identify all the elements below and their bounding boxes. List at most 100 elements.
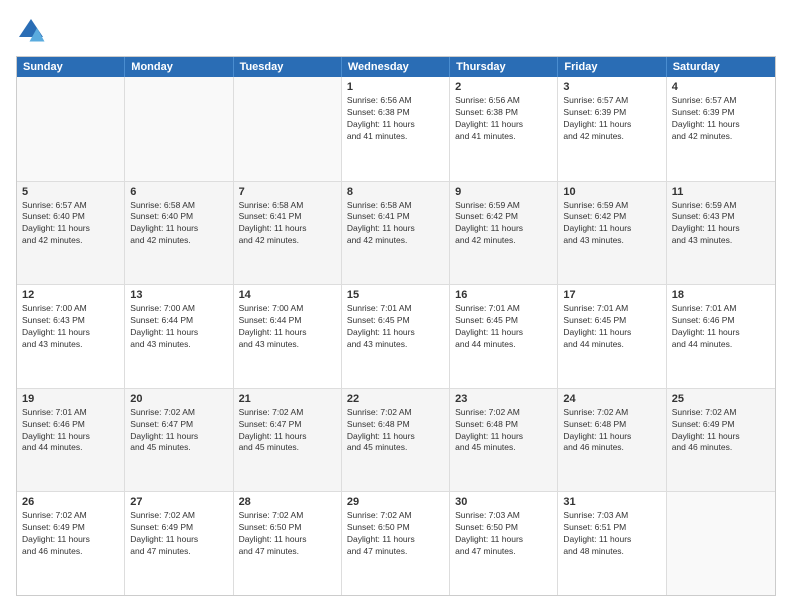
day-info: Sunrise: 7:01 AM Sunset: 6:46 PM Dayligh… (672, 303, 770, 351)
day-info: Sunrise: 7:02 AM Sunset: 6:47 PM Dayligh… (130, 407, 227, 455)
calendar-cell: 22 Sunrise: 7:02 AM Sunset: 6:48 PM Dayli… (342, 389, 450, 492)
logo (16, 16, 50, 46)
calendar-cell: 15 Sunrise: 7:01 AM Sunset: 6:45 PM Dayli… (342, 285, 450, 388)
day-info: Sunrise: 7:02 AM Sunset: 6:48 PM Dayligh… (455, 407, 552, 455)
day-number: 13 (130, 289, 227, 301)
day-info: Sunrise: 6:59 AM Sunset: 6:42 PM Dayligh… (455, 200, 552, 248)
calendar-cell: 27 Sunrise: 7:02 AM Sunset: 6:49 PM Dayli… (125, 492, 233, 595)
day-info: Sunrise: 7:01 AM Sunset: 6:45 PM Dayligh… (563, 303, 660, 351)
calendar-cell: 23 Sunrise: 7:02 AM Sunset: 6:48 PM Dayli… (450, 389, 558, 492)
day-number: 9 (455, 186, 552, 198)
day-info: Sunrise: 7:00 AM Sunset: 6:43 PM Dayligh… (22, 303, 119, 351)
day-number: 1 (347, 81, 444, 93)
calendar-cell: 17 Sunrise: 7:01 AM Sunset: 6:45 PM Dayli… (558, 285, 666, 388)
calendar-row: 19 Sunrise: 7:01 AM Sunset: 6:46 PM Dayli… (17, 388, 775, 492)
day-info: Sunrise: 7:02 AM Sunset: 6:49 PM Dayligh… (22, 510, 119, 558)
day-number: 26 (22, 496, 119, 508)
calendar-cell (234, 77, 342, 181)
day-number: 19 (22, 393, 119, 405)
day-info: Sunrise: 7:02 AM Sunset: 6:50 PM Dayligh… (347, 510, 444, 558)
day-number: 29 (347, 496, 444, 508)
day-info: Sunrise: 6:58 AM Sunset: 6:40 PM Dayligh… (130, 200, 227, 248)
day-info: Sunrise: 6:57 AM Sunset: 6:39 PM Dayligh… (563, 95, 660, 143)
day-info: Sunrise: 7:03 AM Sunset: 6:50 PM Dayligh… (455, 510, 552, 558)
day-number: 31 (563, 496, 660, 508)
calendar-cell (17, 77, 125, 181)
calendar-cell: 18 Sunrise: 7:01 AM Sunset: 6:46 PM Dayli… (667, 285, 775, 388)
calendar-cell: 20 Sunrise: 7:02 AM Sunset: 6:47 PM Dayli… (125, 389, 233, 492)
day-info: Sunrise: 7:00 AM Sunset: 6:44 PM Dayligh… (239, 303, 336, 351)
calendar-cell: 13 Sunrise: 7:00 AM Sunset: 6:44 PM Dayli… (125, 285, 233, 388)
day-number: 7 (239, 186, 336, 198)
header-day-saturday: Saturday (667, 57, 775, 77)
calendar-cell: 24 Sunrise: 7:02 AM Sunset: 6:48 PM Dayli… (558, 389, 666, 492)
day-info: Sunrise: 6:58 AM Sunset: 6:41 PM Dayligh… (347, 200, 444, 248)
calendar-cell: 6 Sunrise: 6:58 AM Sunset: 6:40 PM Daylig… (125, 182, 233, 285)
day-number: 18 (672, 289, 770, 301)
day-number: 17 (563, 289, 660, 301)
day-info: Sunrise: 7:01 AM Sunset: 6:45 PM Dayligh… (347, 303, 444, 351)
day-info: Sunrise: 6:56 AM Sunset: 6:38 PM Dayligh… (455, 95, 552, 143)
day-number: 24 (563, 393, 660, 405)
calendar-row: 5Sunrise: 6:57 AM Sunset: 6:40 PM Daylig… (17, 181, 775, 285)
day-number: 23 (455, 393, 552, 405)
calendar-header: SundayMondayTuesdayWednesdayThursdayFrid… (17, 57, 775, 77)
day-number: 22 (347, 393, 444, 405)
day-info: Sunrise: 6:59 AM Sunset: 6:42 PM Dayligh… (563, 200, 660, 248)
day-number: 4 (672, 81, 770, 93)
calendar-row: 1 Sunrise: 6:56 AM Sunset: 6:38 PM Daylig… (17, 77, 775, 181)
day-number: 14 (239, 289, 336, 301)
day-info: Sunrise: 6:59 AM Sunset: 6:43 PM Dayligh… (672, 200, 770, 248)
calendar-cell: 26 Sunrise: 7:02 AM Sunset: 6:49 PM Dayli… (17, 492, 125, 595)
calendar: SundayMondayTuesdayWednesdayThursdayFrid… (16, 56, 776, 596)
day-info: Sunrise: 7:01 AM Sunset: 6:45 PM Dayligh… (455, 303, 552, 351)
day-number: 20 (130, 393, 227, 405)
day-info: Sunrise: 7:01 AM Sunset: 6:46 PM Dayligh… (22, 407, 119, 455)
calendar-cell: 3Sunrise: 6:57 AM Sunset: 6:39 PM Daylig… (558, 77, 666, 181)
day-number: 27 (130, 496, 227, 508)
day-info: Sunrise: 6:56 AM Sunset: 6:38 PM Dayligh… (347, 95, 444, 143)
calendar-body: 1 Sunrise: 6:56 AM Sunset: 6:38 PM Daylig… (17, 77, 775, 595)
day-info: Sunrise: 6:58 AM Sunset: 6:41 PM Dayligh… (239, 200, 336, 248)
calendar-cell: 30 Sunrise: 7:03 AM Sunset: 6:50 PM Dayli… (450, 492, 558, 595)
header-day-thursday: Thursday (450, 57, 558, 77)
day-number: 28 (239, 496, 336, 508)
calendar-cell: 21Sunrise: 7:02 AM Sunset: 6:47 PM Dayli… (234, 389, 342, 492)
header-day-friday: Friday (558, 57, 666, 77)
calendar-cell: 25Sunrise: 7:02 AM Sunset: 6:49 PM Dayli… (667, 389, 775, 492)
day-number: 2 (455, 81, 552, 93)
logo-icon (16, 16, 46, 46)
calendar-cell: 14 Sunrise: 7:00 AM Sunset: 6:44 PM Dayli… (234, 285, 342, 388)
day-number: 15 (347, 289, 444, 301)
header-day-tuesday: Tuesday (234, 57, 342, 77)
day-number: 6 (130, 186, 227, 198)
day-info: Sunrise: 7:03 AM Sunset: 6:51 PM Dayligh… (563, 510, 660, 558)
day-number: 8 (347, 186, 444, 198)
calendar-cell: 8 Sunrise: 6:58 AM Sunset: 6:41 PM Daylig… (342, 182, 450, 285)
day-number: 30 (455, 496, 552, 508)
calendar-cell: 5Sunrise: 6:57 AM Sunset: 6:40 PM Daylig… (17, 182, 125, 285)
calendar-cell: 1 Sunrise: 6:56 AM Sunset: 6:38 PM Daylig… (342, 77, 450, 181)
calendar-cell: 19 Sunrise: 7:01 AM Sunset: 6:46 PM Dayli… (17, 389, 125, 492)
day-info: Sunrise: 7:02 AM Sunset: 6:47 PM Dayligh… (239, 407, 336, 455)
calendar-row: 26 Sunrise: 7:02 AM Sunset: 6:49 PM Dayli… (17, 491, 775, 595)
calendar-row: 12Sunrise: 7:00 AM Sunset: 6:43 PM Dayli… (17, 284, 775, 388)
calendar-cell: 16 Sunrise: 7:01 AM Sunset: 6:45 PM Dayli… (450, 285, 558, 388)
day-info: Sunrise: 7:02 AM Sunset: 6:50 PM Dayligh… (239, 510, 336, 558)
calendar-cell: 4 Sunrise: 6:57 AM Sunset: 6:39 PM Daylig… (667, 77, 775, 181)
calendar-cell: 28 Sunrise: 7:02 AM Sunset: 6:50 PM Dayli… (234, 492, 342, 595)
day-info: Sunrise: 7:02 AM Sunset: 6:49 PM Dayligh… (130, 510, 227, 558)
day-info: Sunrise: 6:57 AM Sunset: 6:39 PM Dayligh… (672, 95, 770, 143)
day-number: 5 (22, 186, 119, 198)
header (16, 16, 776, 46)
day-info: Sunrise: 7:02 AM Sunset: 6:48 PM Dayligh… (347, 407, 444, 455)
page: SundayMondayTuesdayWednesdayThursdayFrid… (0, 0, 792, 612)
day-number: 11 (672, 186, 770, 198)
day-info: Sunrise: 7:02 AM Sunset: 6:48 PM Dayligh… (563, 407, 660, 455)
day-number: 10 (563, 186, 660, 198)
header-day-monday: Monday (125, 57, 233, 77)
day-number: 16 (455, 289, 552, 301)
header-day-sunday: Sunday (17, 57, 125, 77)
calendar-cell: 2 Sunrise: 6:56 AM Sunset: 6:38 PM Daylig… (450, 77, 558, 181)
day-info: Sunrise: 7:00 AM Sunset: 6:44 PM Dayligh… (130, 303, 227, 351)
